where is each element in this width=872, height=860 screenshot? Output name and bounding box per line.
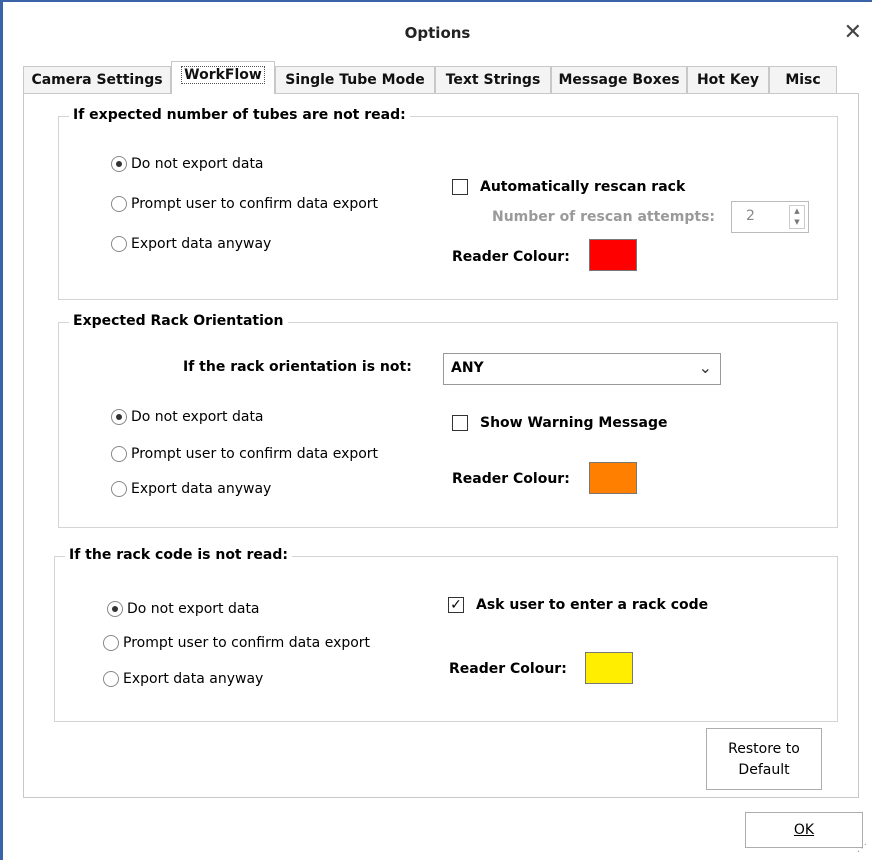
button-label-line1: Restore to bbox=[728, 741, 800, 757]
workflow-panel: If expected number of tubes are not read… bbox=[23, 93, 859, 798]
stepper-value: 2 bbox=[746, 208, 755, 224]
chevron-up-icon[interactable]: ▲ bbox=[790, 206, 804, 217]
tab-hot-key[interactable]: Hot Key bbox=[687, 66, 769, 93]
group-title: If the rack code is not read: bbox=[65, 547, 292, 563]
reader-colour-swatch[interactable] bbox=[585, 652, 633, 684]
chevron-down-icon[interactable]: ▼ bbox=[790, 217, 804, 228]
button-label-line2: Default bbox=[738, 762, 790, 778]
group-tubes-not-read: If expected number of tubes are not read… bbox=[58, 107, 838, 300]
radio-label: Do not export data bbox=[131, 156, 264, 172]
checkbox-icon bbox=[452, 415, 468, 431]
radio-label: Do not export data bbox=[127, 601, 260, 617]
reader-colour-label: Reader Colour: bbox=[449, 661, 567, 677]
reader-colour-swatch[interactable] bbox=[589, 462, 637, 494]
radio-icon bbox=[111, 236, 127, 252]
radio-export-anyway[interactable]: Export data anyway bbox=[103, 669, 263, 689]
reader-colour-label: Reader Colour: bbox=[452, 249, 570, 265]
tab-single-tube-mode[interactable]: Single Tube Mode bbox=[275, 66, 435, 93]
resize-grip-icon[interactable]: ⋰ bbox=[857, 843, 867, 854]
tab-label: WorkFlow bbox=[181, 66, 265, 84]
checkbox-label: Ask user to enter a rack code bbox=[476, 597, 709, 613]
radio-icon bbox=[103, 635, 119, 651]
radio-do-not-export[interactable]: Do not export data bbox=[107, 599, 260, 619]
rescan-attempts-stepper[interactable]: 2 ▲ ▼ bbox=[731, 201, 809, 233]
radio-selected-icon bbox=[111, 409, 127, 425]
close-icon[interactable]: ✕ bbox=[844, 20, 862, 45]
tab-workflow[interactable]: WorkFlow bbox=[171, 61, 275, 94]
group-title: Expected Rack Orientation bbox=[69, 313, 288, 329]
radio-prompt-user[interactable]: Prompt user to confirm data export bbox=[103, 633, 370, 653]
radio-selected-icon bbox=[111, 156, 127, 172]
window-title: Options bbox=[404, 24, 471, 42]
auto-rescan-checkbox[interactable]: Automatically rescan rack bbox=[452, 177, 685, 197]
group-title: If expected number of tubes are not read… bbox=[69, 107, 410, 123]
radio-selected-icon bbox=[107, 601, 123, 617]
rescan-attempts-label: Number of rescan attempts: bbox=[492, 209, 716, 225]
radio-label: Export data anyway bbox=[131, 236, 272, 252]
chevron-down-icon: ⌄ bbox=[698, 358, 712, 377]
checkmark-icon: ✓ bbox=[448, 597, 464, 613]
tab-label: Single Tube Mode bbox=[285, 72, 425, 88]
stepper-arrows[interactable]: ▲ ▼ bbox=[789, 205, 805, 229]
group-rack-code-not-read: If the rack code is not read: Do not exp… bbox=[54, 547, 838, 722]
ask-rack-code-checkbox[interactable]: ✓ Ask user to enter a rack code bbox=[448, 595, 708, 615]
tab-camera-settings[interactable]: Camera Settings bbox=[23, 66, 171, 93]
radio-label: Export data anyway bbox=[123, 671, 264, 687]
ok-button[interactable]: OK bbox=[745, 812, 863, 848]
radio-label: Prompt user to confirm data export bbox=[123, 635, 371, 651]
radio-icon bbox=[103, 671, 119, 687]
title-bar: Options ✕ bbox=[3, 2, 872, 60]
radio-prompt-user[interactable]: Prompt user to confirm data export bbox=[111, 194, 378, 214]
radio-icon bbox=[111, 196, 127, 212]
radio-export-anyway[interactable]: Export data anyway bbox=[111, 234, 271, 254]
tab-message-boxes[interactable]: Message Boxes bbox=[551, 66, 687, 93]
tab-text-strings[interactable]: Text Strings bbox=[435, 66, 551, 93]
radio-prompt-user[interactable]: Prompt user to confirm data export bbox=[111, 444, 378, 464]
radio-label: Prompt user to confirm data export bbox=[131, 196, 379, 212]
orientation-label: If the rack orientation is not: bbox=[183, 359, 412, 375]
group-rack-orientation: Expected Rack Orientation If the rack or… bbox=[58, 313, 838, 528]
radio-do-not-export[interactable]: Do not export data bbox=[111, 154, 264, 174]
reader-colour-label: Reader Colour: bbox=[452, 471, 570, 487]
restore-default-button[interactable]: Restore to Default bbox=[706, 728, 822, 790]
tab-misc[interactable]: Misc bbox=[769, 66, 837, 93]
tab-label: Misc bbox=[785, 72, 821, 88]
tab-label: Text Strings bbox=[445, 72, 541, 88]
radio-label: Prompt user to confirm data export bbox=[131, 446, 379, 462]
options-dialog: Options ✕ Camera Settings WorkFlow Singl… bbox=[0, 0, 872, 860]
dropdown-value: ANY bbox=[451, 360, 484, 376]
checkbox-label: Automatically rescan rack bbox=[480, 179, 686, 195]
radio-label: Export data anyway bbox=[131, 481, 272, 497]
checkbox-icon bbox=[452, 179, 468, 195]
show-warning-checkbox[interactable]: Show Warning Message bbox=[452, 413, 667, 433]
tab-label: Hot Key bbox=[696, 72, 760, 88]
radio-do-not-export[interactable]: Do not export data bbox=[111, 407, 264, 427]
reader-colour-swatch[interactable] bbox=[589, 239, 637, 271]
tab-label: Camera Settings bbox=[31, 72, 163, 88]
radio-icon bbox=[111, 481, 127, 497]
radio-export-anyway[interactable]: Export data anyway bbox=[111, 479, 271, 499]
radio-icon bbox=[111, 446, 127, 462]
tab-label: Message Boxes bbox=[558, 72, 680, 88]
orientation-dropdown[interactable]: ANY ⌄ bbox=[443, 353, 721, 385]
radio-label: Do not export data bbox=[131, 409, 264, 425]
checkbox-label: Show Warning Message bbox=[480, 415, 668, 431]
